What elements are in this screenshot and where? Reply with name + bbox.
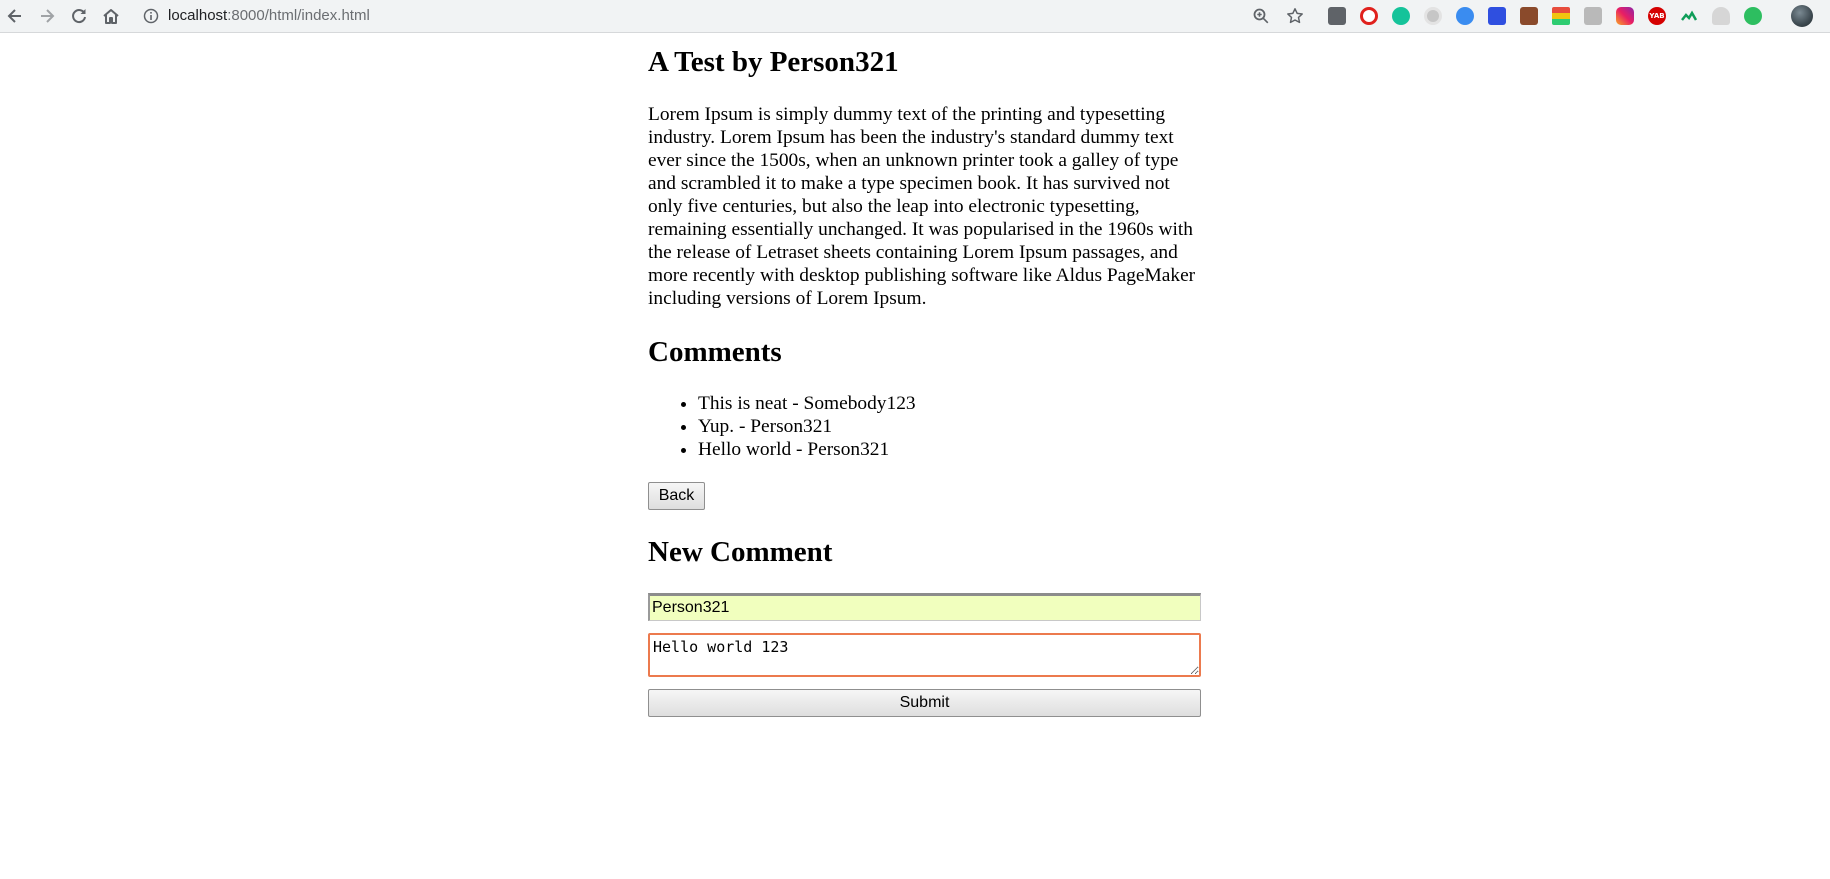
extension-k-icon[interactable] — [1584, 7, 1602, 25]
comment-item: This is neat - Somebody123 — [698, 392, 916, 415]
zoom-button[interactable] — [1251, 6, 1271, 26]
extension-bars-icon[interactable] — [1552, 7, 1570, 25]
home-icon — [103, 9, 119, 24]
reload-button[interactable] — [67, 4, 91, 28]
article-body: Lorem Ipsum is simply dummy text of the … — [648, 104, 1196, 309]
url-host: localhost — [168, 7, 228, 24]
extension-audio-icon[interactable] — [1328, 7, 1346, 25]
extension-grammarly-icon[interactable] — [1392, 7, 1410, 25]
extension-p-icon[interactable] — [1488, 7, 1506, 25]
extension-circle-icon[interactable] — [1424, 7, 1442, 25]
address-bar[interactable]: localhost:8000/html/index.html — [168, 6, 370, 26]
page-title: A Test by Person321 — [648, 46, 899, 78]
arrow-left-icon — [7, 9, 21, 23]
arrow-right-icon — [41, 9, 55, 23]
extension-check-icon[interactable] — [1456, 7, 1474, 25]
name-input[interactable] — [648, 593, 1201, 621]
comment-item: Hello world - Person321 — [698, 438, 916, 461]
profile-avatar[interactable] — [1791, 5, 1813, 27]
extension-box-icon[interactable] — [1520, 7, 1538, 25]
home-button[interactable] — [99, 4, 123, 28]
extension-chart-icon[interactable] — [1680, 7, 1698, 25]
extension-evernote-icon[interactable] — [1744, 7, 1762, 25]
extension-yab-icon[interactable]: YAB — [1648, 7, 1666, 25]
extension-opera-icon[interactable] — [1360, 7, 1378, 25]
extension-instagram-icon[interactable] — [1616, 7, 1634, 25]
info-icon[interactable] — [143, 8, 159, 24]
submit-button[interactable]: Submit — [648, 689, 1201, 717]
comments-list: This is neat - Somebody123 Yup. - Person… — [648, 392, 916, 461]
zoom-icon — [1253, 8, 1269, 24]
extension-gray-icon[interactable] — [1712, 7, 1730, 25]
url-path: :8000/html/index.html — [227, 7, 370, 24]
forward-nav-button[interactable] — [35, 4, 59, 28]
bookmark-button[interactable] — [1285, 6, 1305, 26]
back-button[interactable]: Back — [648, 482, 705, 510]
comments-heading: Comments — [648, 336, 782, 368]
comment-textarea[interactable]: Hello world 123 — [648, 633, 1201, 677]
star-icon — [1287, 8, 1303, 24]
reload-icon — [72, 9, 86, 24]
comment-item: Yup. - Person321 — [698, 415, 916, 438]
back-nav-button[interactable] — [3, 4, 27, 28]
new-comment-heading: New Comment — [648, 536, 833, 568]
browser-toolbar: localhost:8000/html/index.html YAB — [0, 0, 1830, 33]
